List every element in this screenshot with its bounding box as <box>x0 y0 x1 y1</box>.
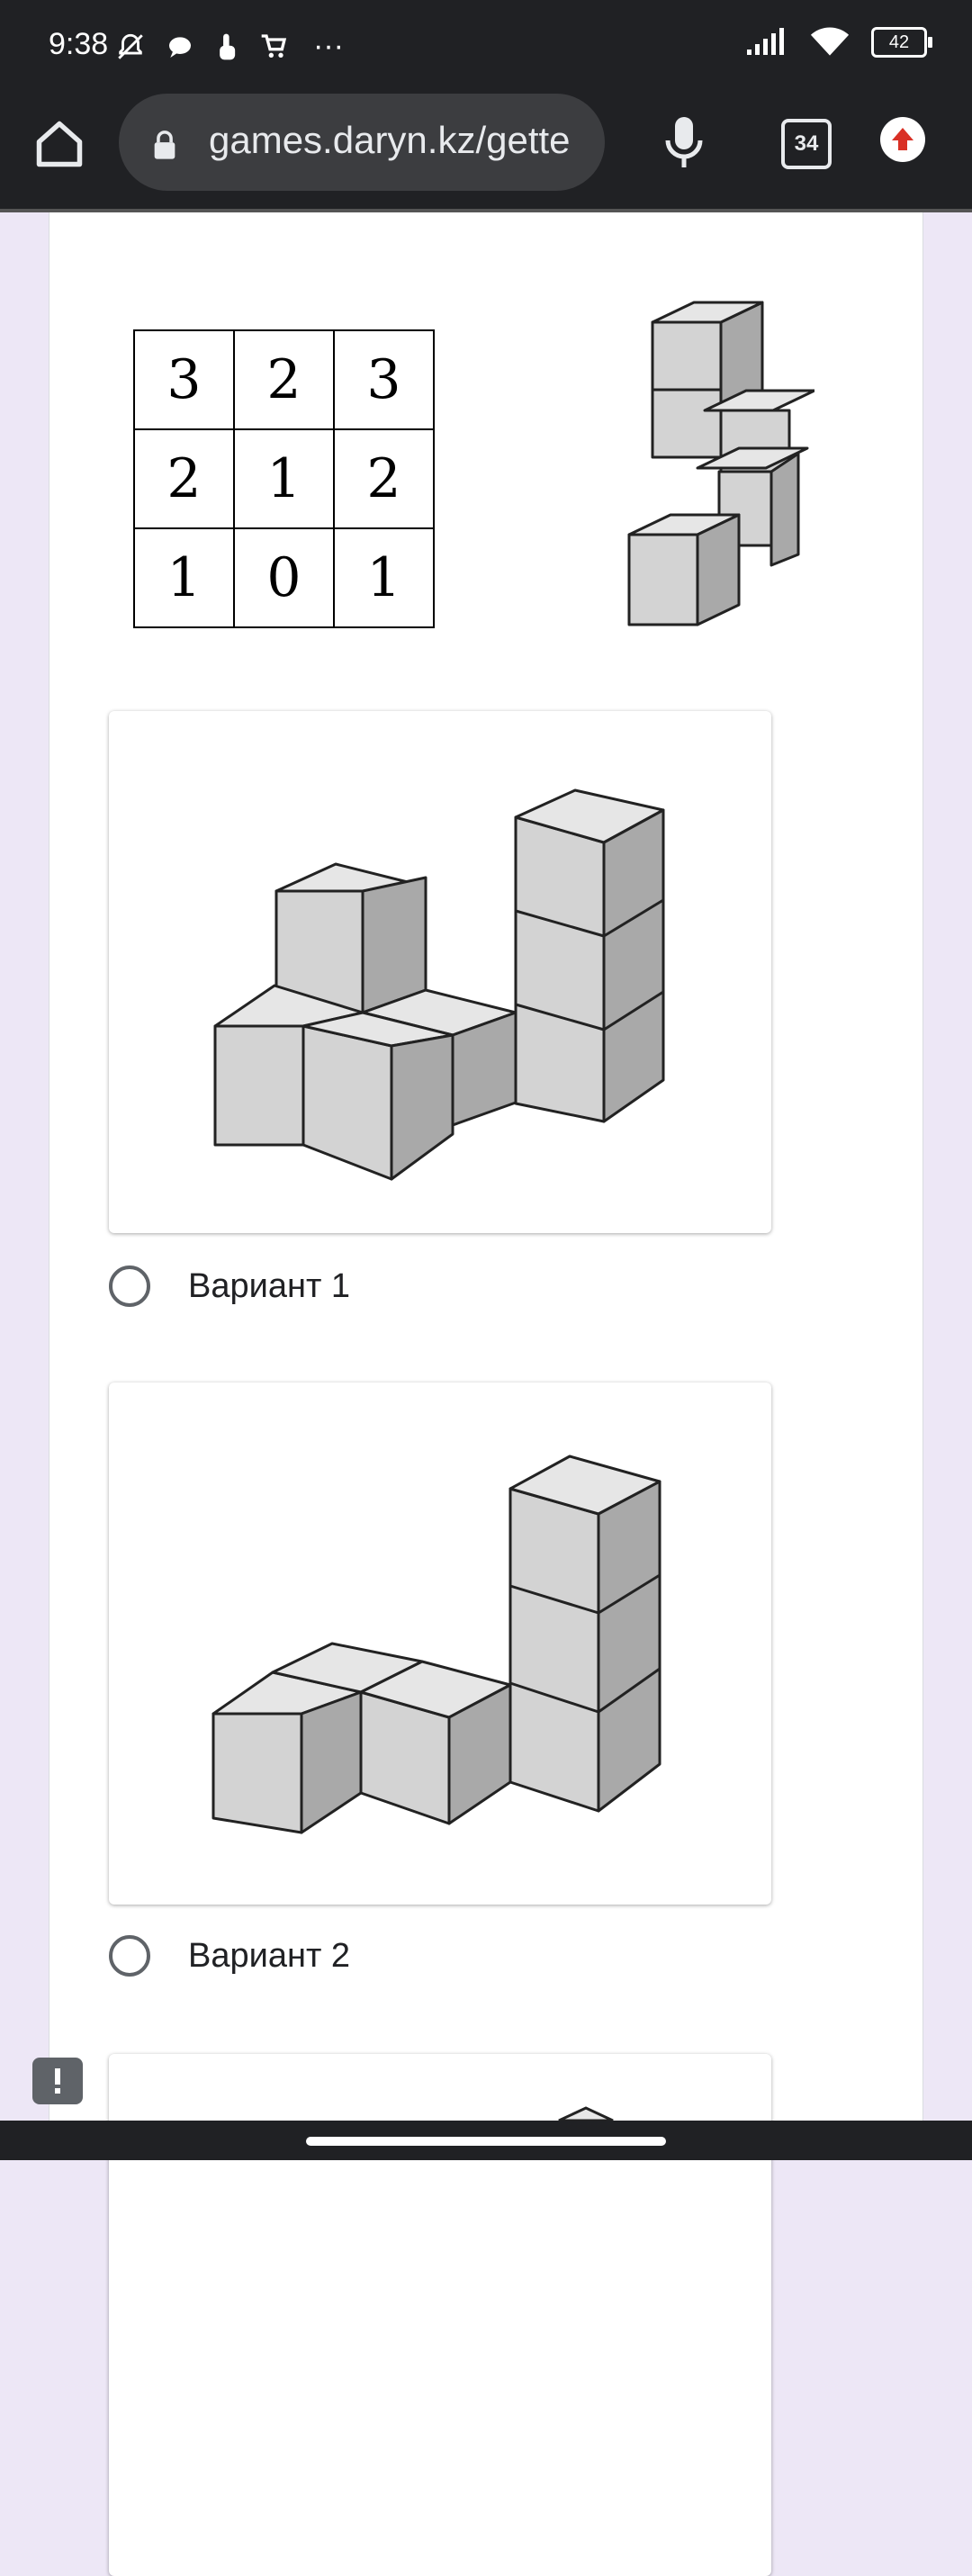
grid-row: 2 1 2 <box>133 428 435 529</box>
shopping-cart-icon <box>261 33 287 58</box>
url-text[interactable]: games.daryn.kz/gette <box>209 119 587 162</box>
address-bar[interactable]: games.daryn.kz/gette <box>119 94 605 191</box>
battery-indicator: 42 <box>871 27 932 58</box>
signal-icon <box>747 28 784 55</box>
option-2-radio[interactable] <box>109 1935 150 1977</box>
grid-cell: 2 <box>333 428 435 529</box>
battery-level: 42 <box>888 32 910 52</box>
grid-cell: 0 <box>233 527 335 628</box>
grid-cell: 2 <box>133 428 235 529</box>
status-time: 9:38 <box>49 27 109 61</box>
question-card: 3 2 3 2 1 2 1 0 1 Вариант 1 Вариант 2 <box>49 212 923 2576</box>
status-bar: 9:38 ··· 42 <box>0 0 972 94</box>
grid-cell: 3 <box>133 329 235 430</box>
option-1[interactable]: Вариант 1 <box>109 1265 350 1307</box>
system-navigation-bar <box>0 2121 972 2160</box>
cube-structure-image <box>627 301 814 626</box>
grid-cell: 1 <box>133 527 235 628</box>
option-1-radio[interactable] <box>109 1265 150 1307</box>
grid-row: 3 2 3 <box>133 329 435 430</box>
browser-toolbar: games.daryn.kz/gette 34 <box>0 94 972 211</box>
home-icon[interactable] <box>32 117 86 171</box>
home-gesture-handle[interactable] <box>306 2137 666 2146</box>
height-grid: 3 2 3 2 1 2 1 0 1 <box>133 329 435 628</box>
exclamation-icon <box>55 2068 60 2094</box>
system-icons: 42 <box>745 27 932 58</box>
chat-bubble-icon <box>169 36 191 58</box>
option-1-image[interactable] <box>109 711 771 1233</box>
option-2-image[interactable] <box>109 1383 771 1905</box>
arrow-up-icon <box>892 128 914 150</box>
cube-figure-3 <box>558 2106 614 2122</box>
report-feedback-button[interactable] <box>32 2058 83 2104</box>
grid-cell: 2 <box>233 329 335 430</box>
grid-row: 1 0 1 <box>133 527 435 628</box>
option-2-label[interactable]: Вариант 2 <box>188 1937 350 1976</box>
touch-icon <box>220 33 236 59</box>
option-2[interactable]: Вариант 2 <box>109 1935 350 1977</box>
tab-switcher-button[interactable]: 34 <box>781 119 832 169</box>
microphone-icon[interactable] <box>662 113 706 171</box>
more-notifications-icon: ··· <box>313 29 344 63</box>
notification-icons: ··· <box>115 29 344 64</box>
option-1-label[interactable]: Вариант 1 <box>188 1267 350 1306</box>
update-button[interactable] <box>880 117 925 162</box>
grid-cell: 1 <box>233 428 335 529</box>
grid-cell: 1 <box>333 527 435 628</box>
lock-icon <box>154 131 176 159</box>
grid-cell: 3 <box>333 329 435 430</box>
cube-figure-1 <box>213 788 665 1181</box>
cube-figure-2 <box>212 1455 662 1834</box>
bell-off-icon <box>118 33 143 59</box>
wifi-icon <box>810 27 850 56</box>
